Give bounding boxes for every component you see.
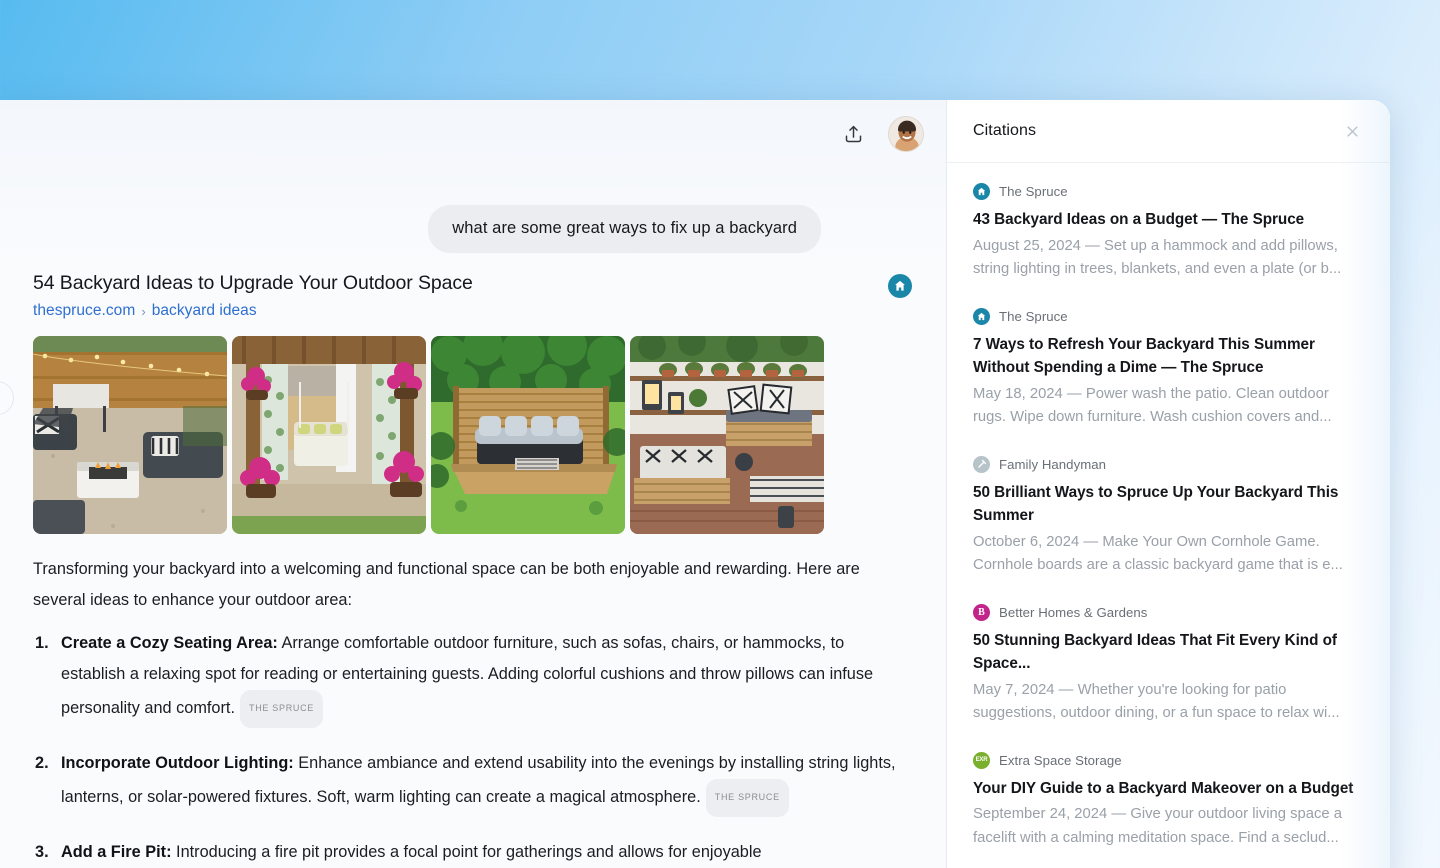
house-favicon-icon[interactable] xyxy=(888,274,912,298)
citation-source-row: EXR Extra Space Storage xyxy=(973,751,1364,769)
house-icon xyxy=(973,183,990,200)
citation-title[interactable]: 50 Stunning Backyard Ideas That Fit Ever… xyxy=(973,629,1364,676)
step-heading: Add a Fire Pit: xyxy=(61,843,172,861)
exr-badge-icon: EXR xyxy=(973,751,990,769)
user-message-bubble: what are some great ways to fix up a bac… xyxy=(428,205,821,253)
citation-snippet: October 6, 2024 — Make Your Own Cornhole… xyxy=(973,533,1343,574)
inline-citation-chip[interactable]: THE SPRUCE xyxy=(705,779,789,817)
citations-header: Citations xyxy=(947,100,1390,163)
citation-source-row: The Spruce xyxy=(973,307,1364,325)
step-heading: Incorporate Outdoor Lighting: xyxy=(61,754,294,772)
citation-title[interactable]: 7 Ways to Refresh Your Backyard This Sum… xyxy=(973,333,1364,380)
citation-item[interactable]: EXR Extra Space Storage Your DIY Guide t… xyxy=(973,751,1364,851)
user-message-row: what are some great ways to fix up a bac… xyxy=(0,205,946,253)
letter-b-icon: B xyxy=(973,603,990,621)
answer-step-2: Incorporate Outdoor Lighting: Enhance am… xyxy=(33,748,912,817)
result-thumbnail-4[interactable] xyxy=(630,336,824,534)
result-thumbnail-1[interactable] xyxy=(33,336,227,534)
citation-item[interactable]: The Spruce 7 Ways to Refresh Your Backya… xyxy=(973,307,1364,430)
citation-item[interactable]: B Better Homes & Gardens 50 Stunning Bac… xyxy=(973,603,1364,726)
answer-steps-list: Create a Cozy Seating Area: Arrange comf… xyxy=(33,628,912,868)
answer-step-3: Add a Fire Pit: Introducing a fire pit p… xyxy=(33,837,912,868)
result-title[interactable]: 54 Backyard Ideas to Upgrade Your Outdoo… xyxy=(33,270,473,296)
citation-title[interactable]: 43 Backyard Ideas on a Budget — The Spru… xyxy=(973,208,1364,232)
citation-item[interactable]: The Spruce 43 Backyard Ideas on a Budget… xyxy=(973,183,1364,282)
hammer-icon xyxy=(973,455,990,473)
answer-step-1: Create a Cozy Seating Area: Arrange comf… xyxy=(33,628,912,728)
citations-list[interactable]: The Spruce 43 Backyard Ideas on a Budget… xyxy=(947,163,1390,868)
citation-source-row: B Better Homes & Gardens xyxy=(973,603,1364,621)
citation-source-name: The Spruce xyxy=(999,184,1068,199)
citation-snippet: September 24, 2024 — Give your outdoor l… xyxy=(973,806,1343,846)
close-icon[interactable] xyxy=(1339,118,1365,144)
citation-title[interactable]: Your DIY Guide to a Backyard Makeover on… xyxy=(973,777,1364,801)
citation-source-name: Better Homes & Gardens xyxy=(999,604,1148,620)
result-breadcrumb[interactable]: thespruce.com › backyard ideas xyxy=(33,302,473,320)
citation-snippet: May 7, 2024 — Whether you're looking for… xyxy=(973,681,1340,722)
citation-source-name: Extra Space Storage xyxy=(999,752,1122,768)
answer-scroll-area[interactable]: 54 Backyard Ideas to Upgrade Your Outdoo… xyxy=(0,270,946,868)
chevron-right-icon: › xyxy=(141,303,146,319)
citation-snippet: May 18, 2024 — Power wash the patio. Cle… xyxy=(973,385,1332,426)
search-result-header[interactable]: 54 Backyard Ideas to Upgrade Your Outdoo… xyxy=(33,270,912,320)
citation-source-row: The Spruce xyxy=(973,183,1364,200)
citation-source-name: Family Handyman xyxy=(999,456,1107,472)
citation-snippet: August 25, 2024 — Set up a hammock and a… xyxy=(973,237,1342,278)
step-heading: Create a Cozy Seating Area: xyxy=(61,634,278,652)
citations-panel: Citations The Spruce 43 Backyard Ideas o… xyxy=(947,100,1390,868)
breadcrumb-domain[interactable]: thespruce.com xyxy=(33,302,135,320)
app-window: what are some great ways to fix up a bac… xyxy=(0,100,1390,868)
inline-citation-chip[interactable]: THE SPRUCE xyxy=(240,690,324,728)
top-toolbar xyxy=(0,100,946,168)
house-icon xyxy=(973,307,990,325)
answer-intro-paragraph: Transforming your backyard into a welcom… xyxy=(33,560,860,609)
share-icon[interactable] xyxy=(836,117,870,151)
assistant-answer: Transforming your backyard into a welcom… xyxy=(33,554,912,868)
breadcrumb-path[interactable]: backyard ideas xyxy=(152,302,257,320)
conversation-pane: what are some great ways to fix up a bac… xyxy=(0,100,947,868)
citation-source-name: The Spruce xyxy=(999,308,1068,324)
avatar[interactable] xyxy=(888,116,924,152)
citation-source-row: Family Handyman xyxy=(973,455,1364,473)
citation-item[interactable]: Family Handyman 50 Brilliant Ways to Spr… xyxy=(973,455,1364,578)
citation-title[interactable]: 50 Brilliant Ways to Spruce Up Your Back… xyxy=(973,481,1364,528)
citations-title: Citations xyxy=(973,122,1037,139)
result-image-strip xyxy=(33,336,912,534)
result-thumbnail-3[interactable] xyxy=(431,336,625,534)
step-body: Introducing a fire pit provides a focal … xyxy=(171,843,762,861)
result-thumbnail-2[interactable] xyxy=(232,336,426,534)
